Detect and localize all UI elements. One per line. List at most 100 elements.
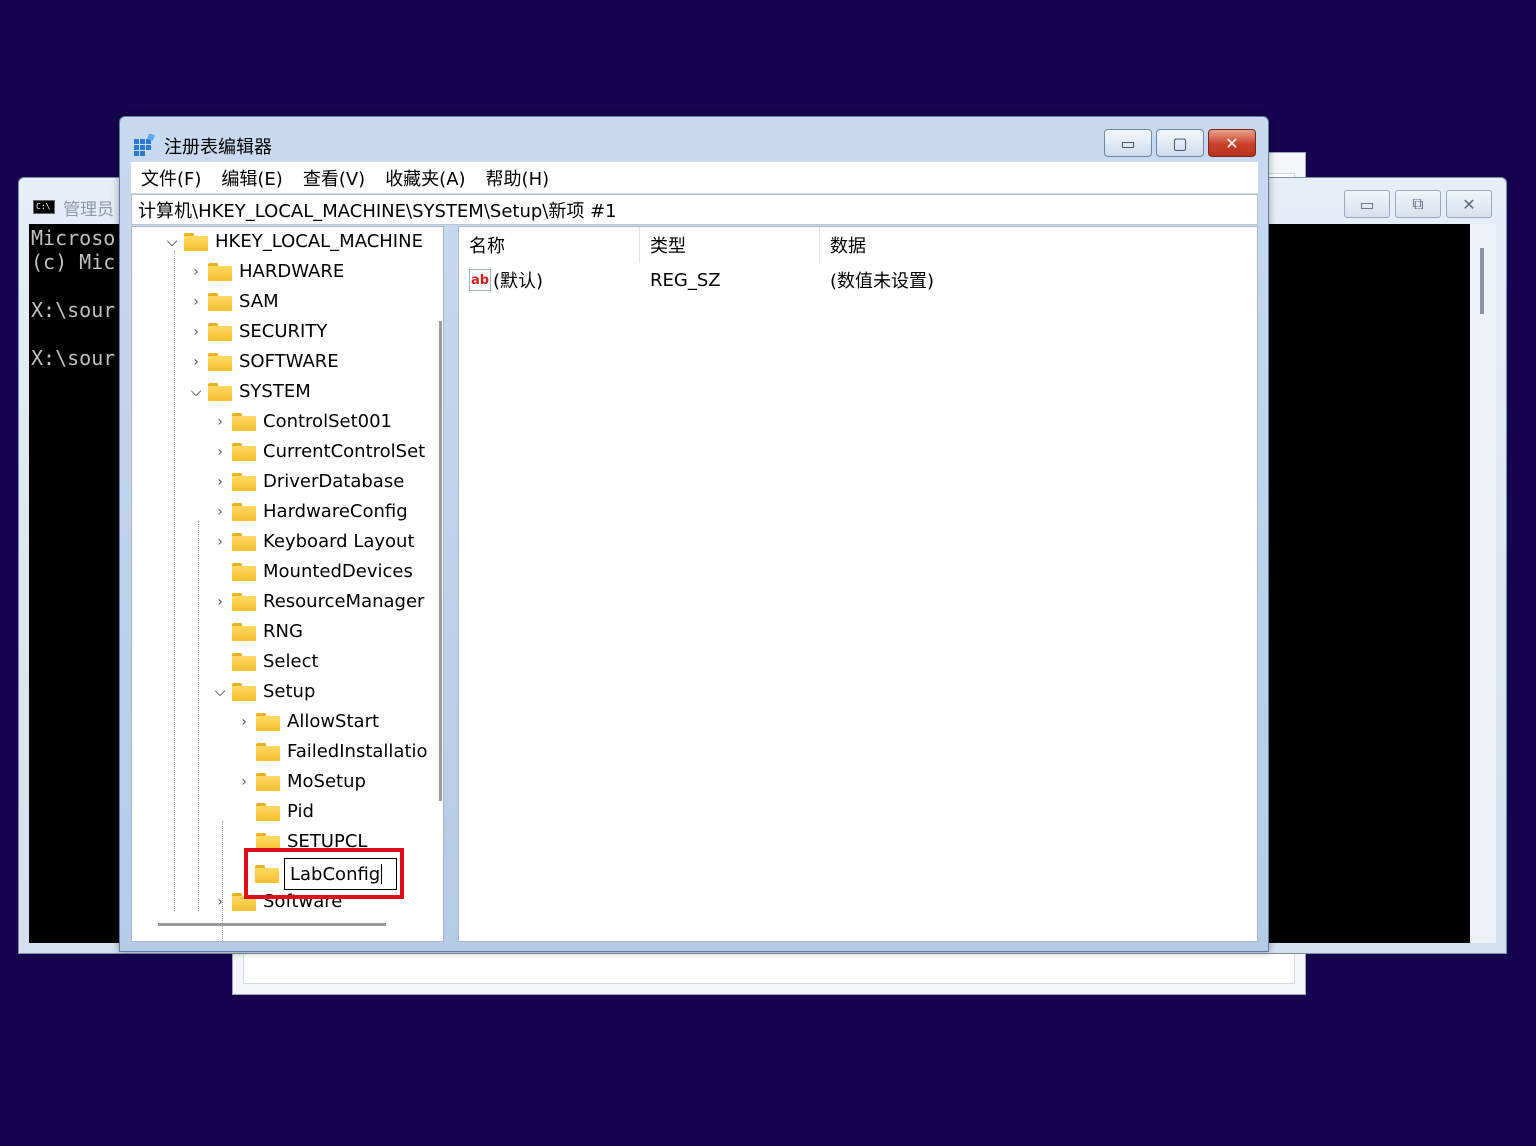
chevron-right-icon[interactable]: ›: [212, 534, 228, 550]
tree-node-label: SOFTWARE: [239, 351, 339, 372]
folder-icon: [232, 593, 256, 611]
tree-node-setup[interactable]: ⌵ Setup: [212, 677, 316, 707]
chevron-down-icon[interactable]: ⌵: [164, 234, 180, 250]
value-data: (数值未设置): [830, 271, 935, 292]
chevron-right-icon[interactable]: ›: [188, 324, 204, 340]
tree-vertical-scrollbar[interactable]: [429, 227, 443, 917]
tree-node-mosetup[interactable]: › MoSetup: [236, 767, 366, 797]
folder-icon: [256, 743, 280, 761]
cmd-title: 管理员: [63, 199, 114, 220]
tree-node-hardwareconfig[interactable]: › HardwareConfig: [212, 497, 407, 527]
tree-node-label: HARDWARE: [239, 261, 345, 282]
menu-bar: 文件(F) 编辑(E) 查看(V) 收藏夹(A) 帮助(H): [131, 162, 1258, 193]
tree-node-currentcontrolset[interactable]: › CurrentControlSet: [212, 437, 425, 467]
tree-node-system[interactable]: ⌵ SYSTEM: [188, 377, 311, 407]
folder-icon: [208, 353, 232, 371]
value-name: (默认): [493, 271, 544, 292]
titlebar[interactable]: 注册表编辑器 ▭ ▢ ✕: [120, 117, 1268, 161]
cmd-close-button[interactable]: ✕: [1446, 190, 1492, 218]
folder-icon: [232, 473, 256, 491]
value-row[interactable]: ab (默认) REG_SZ (数值未设置): [459, 265, 1257, 295]
tree-node-rng[interactable]: RNG: [212, 617, 303, 647]
chevron-right-icon[interactable]: ›: [212, 504, 228, 520]
tree-node-label: SAM: [239, 291, 279, 312]
chevron-right-icon[interactable]: ›: [236, 774, 252, 790]
registry-editor-icon: [134, 134, 155, 156]
tree-node-software[interactable]: › SOFTWARE: [188, 347, 339, 377]
chevron-right-icon[interactable]: ›: [212, 474, 228, 490]
folder-icon: [208, 293, 232, 311]
tree-node-sam[interactable]: › SAM: [188, 287, 279, 317]
column-header-type[interactable]: 类型: [640, 227, 820, 263]
tree-node-controlset001[interactable]: › ControlSet001: [212, 407, 392, 437]
tree-node-hklm[interactable]: ⌵ HKEY_LOCAL_MACHINE: [164, 227, 423, 257]
tree-node-label: Pid: [287, 801, 314, 822]
tree-node-label: ControlSet001: [263, 411, 392, 432]
tree-connector: [198, 521, 199, 911]
tree-node-label: SECURITY: [239, 321, 328, 342]
tree-node-label: AllowStart: [287, 711, 380, 732]
cmd-minimize-button[interactable]: ▭: [1344, 190, 1390, 218]
tree-node-allowstart[interactable]: › AllowStart: [236, 707, 379, 737]
tree-node-label: RNG: [263, 621, 303, 642]
tree-horizontal-scroll-thumb[interactable]: [158, 923, 386, 926]
chevron-right-icon[interactable]: ›: [212, 594, 228, 610]
tree-node-label: DriverDatabase: [263, 471, 405, 492]
cmd-titlebar: C:\ 管理员: [33, 196, 114, 220]
chevron-right-icon[interactable]: ›: [212, 894, 228, 910]
tree-node-failedinstallation[interactable]: FailedInstallatio: [236, 737, 428, 767]
chevron-right-icon[interactable]: ›: [188, 354, 204, 370]
column-header-name[interactable]: 名称: [459, 227, 640, 263]
chevron-right-icon[interactable]: ›: [212, 444, 228, 460]
cmd-maximize-button[interactable]: ⧉: [1395, 190, 1441, 218]
tree-node-driverdatabase[interactable]: › DriverDatabase: [212, 467, 404, 497]
tree-node-mounteddevices[interactable]: MountedDevices: [212, 557, 413, 587]
cmd-icon: C:\: [33, 200, 55, 214]
cmd-window-controls: ▭ ⧉ ✕: [1344, 190, 1492, 218]
folder-icon: [256, 803, 280, 821]
chevron-down-icon[interactable]: ⌵: [188, 384, 204, 400]
chevron-right-icon[interactable]: ›: [212, 414, 228, 430]
registry-editor-window[interactable]: 注册表编辑器 ▭ ▢ ✕ 文件(F) 编辑(E) 查看(V) 收藏夹(A) 帮助…: [119, 116, 1269, 952]
menu-favorites[interactable]: 收藏夹(A): [375, 162, 475, 193]
tree-vertical-scroll-thumb[interactable]: [439, 321, 442, 801]
column-header-data[interactable]: 数据: [820, 227, 1000, 263]
tree-node-security[interactable]: › SECURITY: [188, 317, 327, 347]
tree-node-select[interactable]: Select: [212, 647, 319, 677]
tree-node-resourcemanager[interactable]: › ResourceManager: [212, 587, 424, 617]
folder-icon: [208, 263, 232, 281]
close-button[interactable]: ✕: [1208, 129, 1256, 157]
tree-node-label: Setup: [263, 681, 316, 702]
menu-file[interactable]: 文件(F): [131, 162, 211, 193]
chevron-right-icon[interactable]: ›: [236, 714, 252, 730]
tree-node-hardware[interactable]: › HARDWARE: [188, 257, 344, 287]
chevron-down-icon[interactable]: ⌵: [212, 684, 228, 700]
folder-icon: [232, 623, 256, 641]
chevron-right-icon[interactable]: ›: [188, 264, 204, 280]
key-tree-pane[interactable]: ⌵ HKEY_LOCAL_MACHINE › HARDWARE › SAM › …: [131, 226, 444, 942]
tree-node-label: SYSTEM: [239, 381, 311, 402]
tree-node-pid[interactable]: Pid: [236, 797, 314, 827]
folder-icon: [232, 653, 256, 671]
menu-view[interactable]: 查看(V): [293, 162, 375, 193]
tree-node-label: MountedDevices: [263, 561, 413, 582]
folder-icon: [256, 713, 280, 731]
menu-help[interactable]: 帮助(H): [476, 162, 560, 193]
menu-edit[interactable]: 编辑(E): [211, 162, 292, 193]
cmd-scroll-thumb[interactable]: [1480, 248, 1484, 314]
address-bar[interactable]: 计算机\HKEY_LOCAL_MACHINE\SYSTEM\Setup\新项 #…: [131, 194, 1258, 225]
values-list-pane[interactable]: 名称 类型 数据 ab (默认) REG_SZ (数值未设置): [458, 226, 1258, 942]
minimize-button[interactable]: ▭: [1104, 129, 1152, 157]
maximize-button[interactable]: ▢: [1156, 129, 1204, 157]
value-name-cell: ab (默认): [459, 265, 640, 295]
folder-icon: [184, 233, 208, 251]
cmd-scrollbar[interactable]: [1470, 224, 1496, 943]
folder-icon: [232, 503, 256, 521]
window-title: 注册表编辑器: [164, 137, 272, 158]
tree-node-keyboard-layout[interactable]: › Keyboard Layout: [212, 527, 414, 557]
chevron-right-icon[interactable]: ›: [188, 294, 204, 310]
folder-icon: [208, 323, 232, 341]
